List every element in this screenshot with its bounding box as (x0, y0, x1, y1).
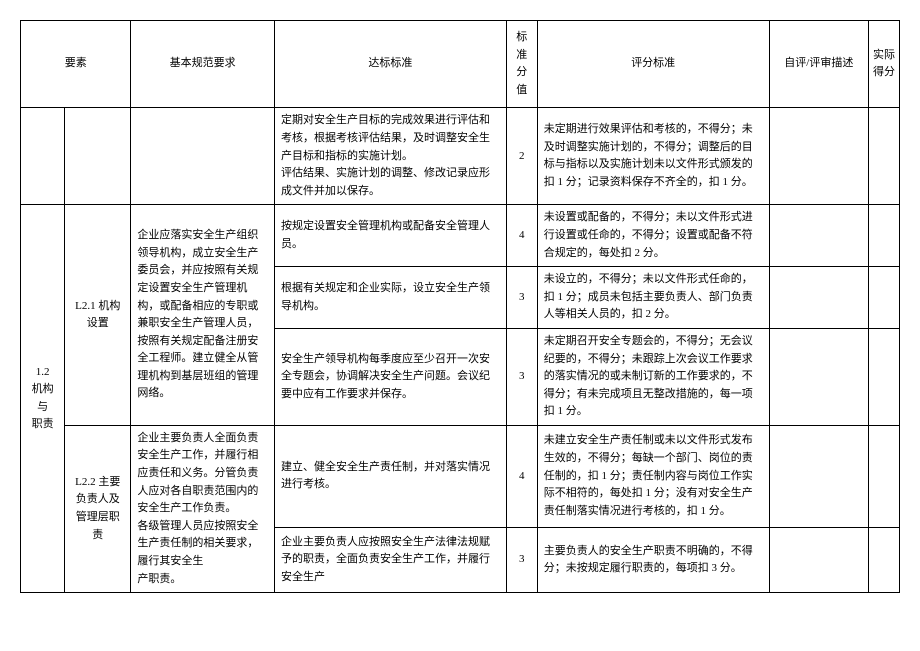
cell-dabiao: 建立、健全安全生产责任制，并对落实情况进行考核。 (274, 425, 506, 527)
cell-pingfen: 未设置或配备的，不得分；未以文件形式进行设置或任命的，不得分；设置或配备不符合规… (537, 205, 769, 267)
cell-score: 2 (506, 108, 537, 205)
header-yaosu: 要素 (21, 21, 131, 108)
cell-shiji (869, 425, 900, 527)
header-ziping: 自评/评审描述 (769, 21, 868, 108)
header-dabiao: 达标标准 (274, 21, 506, 108)
cell-dabiao: 定期对安全生产目标的完成效果进行评估和考核，根据考核评估结果，及时调整安全生产目… (274, 108, 506, 205)
cell-ziping (769, 205, 868, 267)
cell-score: 4 (506, 425, 537, 527)
cell-pingfen: 主要负责人的安全生产职责不明确的，不得分；未按规定履行职责的，每项扣 3 分。 (537, 528, 769, 593)
header-pingfen: 评分标准 (537, 21, 769, 108)
cell-blank (65, 108, 131, 205)
header-biaozhun-fenzhi: 标准分值 (506, 21, 537, 108)
cell-ziping (769, 267, 868, 329)
cell-score: 3 (506, 267, 537, 329)
standards-table: 要素 基本规范要求 达标标准 标准分值 评分标准 自评/评审描述 实际得分 定期… (20, 20, 900, 593)
cell-shiji (869, 528, 900, 593)
cell-ziping (769, 425, 868, 527)
cell-section-sub1: L2.1 机构设置 (65, 205, 131, 426)
cell-shiji (869, 205, 900, 267)
cell-blank (131, 108, 275, 205)
cell-pingfen: 未定期召开安全专题会的，不得分；无会议纪要的，不得分；未跟踪上次会议工作要求的落… (537, 328, 769, 425)
cell-pingfen: 未设立的，不得分；未以文件形式任命的，扣 1 分；成员未包括主要负责人、部门负责… (537, 267, 769, 329)
cell-blank (21, 108, 65, 205)
cell-section-main: 1.2机构与职责 (21, 205, 65, 593)
cell-dabiao: 根据有关规定和企业实际，设立安全生产领导机构。 (274, 267, 506, 329)
cell-pingfen: 未定期进行效果评估和考核的，不得分；未及时调整实施计划的，不得分；调整后的目标与… (537, 108, 769, 205)
cell-score: 3 (506, 328, 537, 425)
cell-dabiao: 企业主要负责人应按照安全生产法律法规赋予的职责，全面负责安全生产工作，并履行安全… (274, 528, 506, 593)
cell-score: 4 (506, 205, 537, 267)
cell-shiji (869, 108, 900, 205)
cell-shiji (869, 328, 900, 425)
cell-jiben-sub1: 企业应落实安全生产组织领导机构，成立安全生产委员会，并应按照有关规定设置安全生产… (131, 205, 275, 426)
cell-ziping (769, 528, 868, 593)
cell-dabiao: 按规定设置安全管理机构或配备安全管理人员。 (274, 205, 506, 267)
cell-dabiao: 安全生产领导机构每季度应至少召开一次安全专题会，协调解决安全生产问题。会议纪要中… (274, 328, 506, 425)
header-shiji: 实际得分 (869, 21, 900, 108)
cell-pingfen: 未建立安全生产责任制或未以文件形式发布生效的，不得分；每缺一个部门、岗位的责任制… (537, 425, 769, 527)
cell-shiji (869, 267, 900, 329)
cell-section-sub2: L2.2 主要负责人及管理层职责 (65, 425, 131, 592)
cell-ziping (769, 328, 868, 425)
cell-jiben-sub2: 企业主要负责人全面负责安全生产工作，并履行相应责任和义务。分管负责人应对各自职责… (131, 425, 275, 592)
cell-ziping (769, 108, 868, 205)
header-jiben: 基本规范要求 (131, 21, 275, 108)
cell-score: 3 (506, 528, 537, 593)
